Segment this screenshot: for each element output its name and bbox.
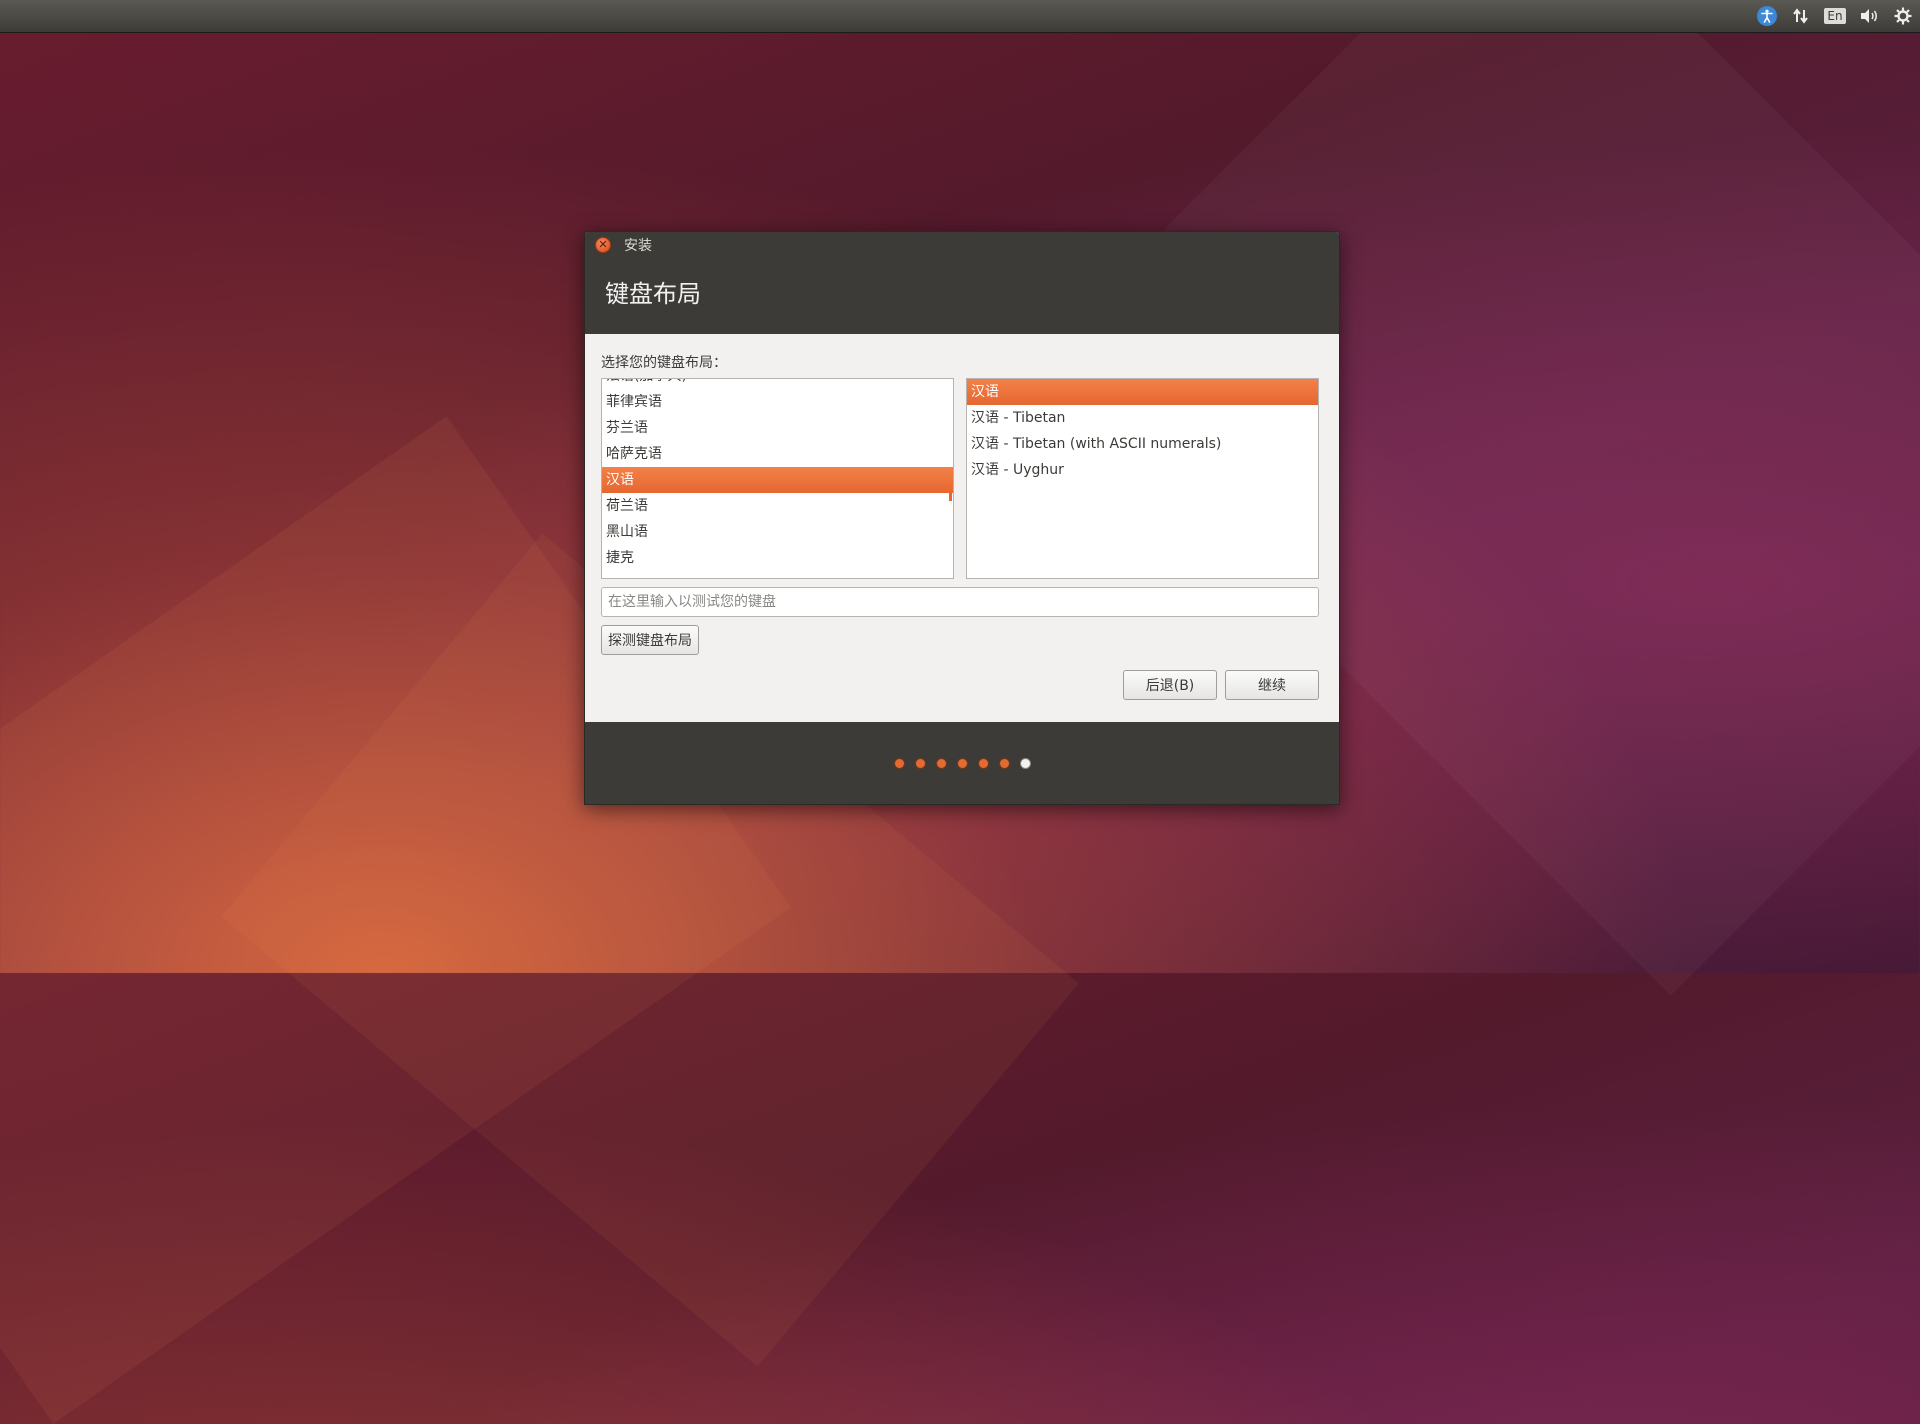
list-item[interactable]: 汉语 - Tibetan (with ASCII numerals) (967, 431, 1318, 457)
back-button[interactable]: 后退(B) (1123, 670, 1217, 700)
list-item[interactable]: 芬兰语 (602, 415, 953, 441)
progress-dot-current (1020, 758, 1030, 768)
gear-icon (1894, 7, 1912, 25)
scrollbar-thumb[interactable] (949, 493, 952, 501)
layout-list[interactable]: 法语(加拿大) 菲律宾语 芬兰语 哈萨克语 汉语 荷兰语 黑山语 捷克 (601, 378, 954, 579)
system-indicator[interactable] (1886, 0, 1920, 32)
list-item[interactable]: 哈萨克语 (602, 441, 953, 467)
progress-dot (957, 758, 967, 768)
progress-dot (936, 758, 946, 768)
page-title: 键盘布局 (605, 279, 701, 308)
input-method-label: En (1824, 8, 1846, 24)
variant-list[interactable]: 汉语 汉语 - Tibetan 汉语 - Tibetan (with ASCII… (966, 378, 1319, 579)
progress-dot (999, 758, 1009, 768)
progress-dot (894, 758, 904, 768)
list-item[interactable]: 捷克 (602, 545, 953, 571)
keyboard-test-input[interactable] (601, 587, 1319, 617)
list-item[interactable]: 法语(加拿大) (602, 379, 953, 389)
close-button[interactable]: ✕ (595, 237, 611, 253)
speaker-icon (1861, 9, 1877, 23)
layout-lists: 法语(加拿大) 菲律宾语 芬兰语 哈萨克语 汉语 荷兰语 黑山语 捷克 汉语 汉… (601, 378, 1323, 579)
list-item[interactable]: 荷兰语 (602, 493, 953, 519)
close-icon: ✕ (598, 238, 608, 251)
window-titlebar: ✕ 安装 (585, 232, 1339, 258)
list-item-selected[interactable]: 汉语 (967, 379, 1318, 405)
navigation-buttons: 后退(B) 继续 (1123, 670, 1319, 700)
list-item[interactable]: 汉语 - Uyghur (967, 457, 1318, 483)
installer-dialog: ✕ 安装 键盘布局 选择您的键盘布局： 法语(加拿大) 菲律宾语 芬兰语 哈萨克… (584, 231, 1340, 805)
progress-dot (915, 758, 925, 768)
network-indicator[interactable] (1784, 0, 1818, 32)
detect-layout-button[interactable]: 探测键盘布局 (601, 625, 699, 655)
keyboard-indicator[interactable]: En (1818, 0, 1852, 32)
continue-button[interactable]: 继续 (1225, 670, 1319, 700)
progress-dot (978, 758, 988, 768)
page-header: 键盘布局 (585, 258, 1339, 334)
top-panel: En (0, 0, 1920, 33)
list-item[interactable]: 黑山语 (602, 519, 953, 545)
accessibility-indicator[interactable] (1750, 0, 1784, 32)
network-arrows-icon (1793, 8, 1808, 24)
layout-prompt: 选择您的键盘布局： (601, 355, 727, 371)
list-item[interactable]: 菲律宾语 (602, 389, 953, 415)
list-item-selected[interactable]: 汉语 (602, 467, 953, 493)
list-item[interactable]: 汉语 - Tibetan (967, 405, 1318, 431)
sound-indicator[interactable] (1852, 0, 1886, 32)
accessibility-icon (1757, 6, 1777, 26)
progress-footer (585, 722, 1339, 804)
window-title: 安装 (624, 238, 652, 254)
dialog-content: 选择您的键盘布局： 法语(加拿大) 菲律宾语 芬兰语 哈萨克语 汉语 荷兰语 黑… (585, 334, 1339, 722)
